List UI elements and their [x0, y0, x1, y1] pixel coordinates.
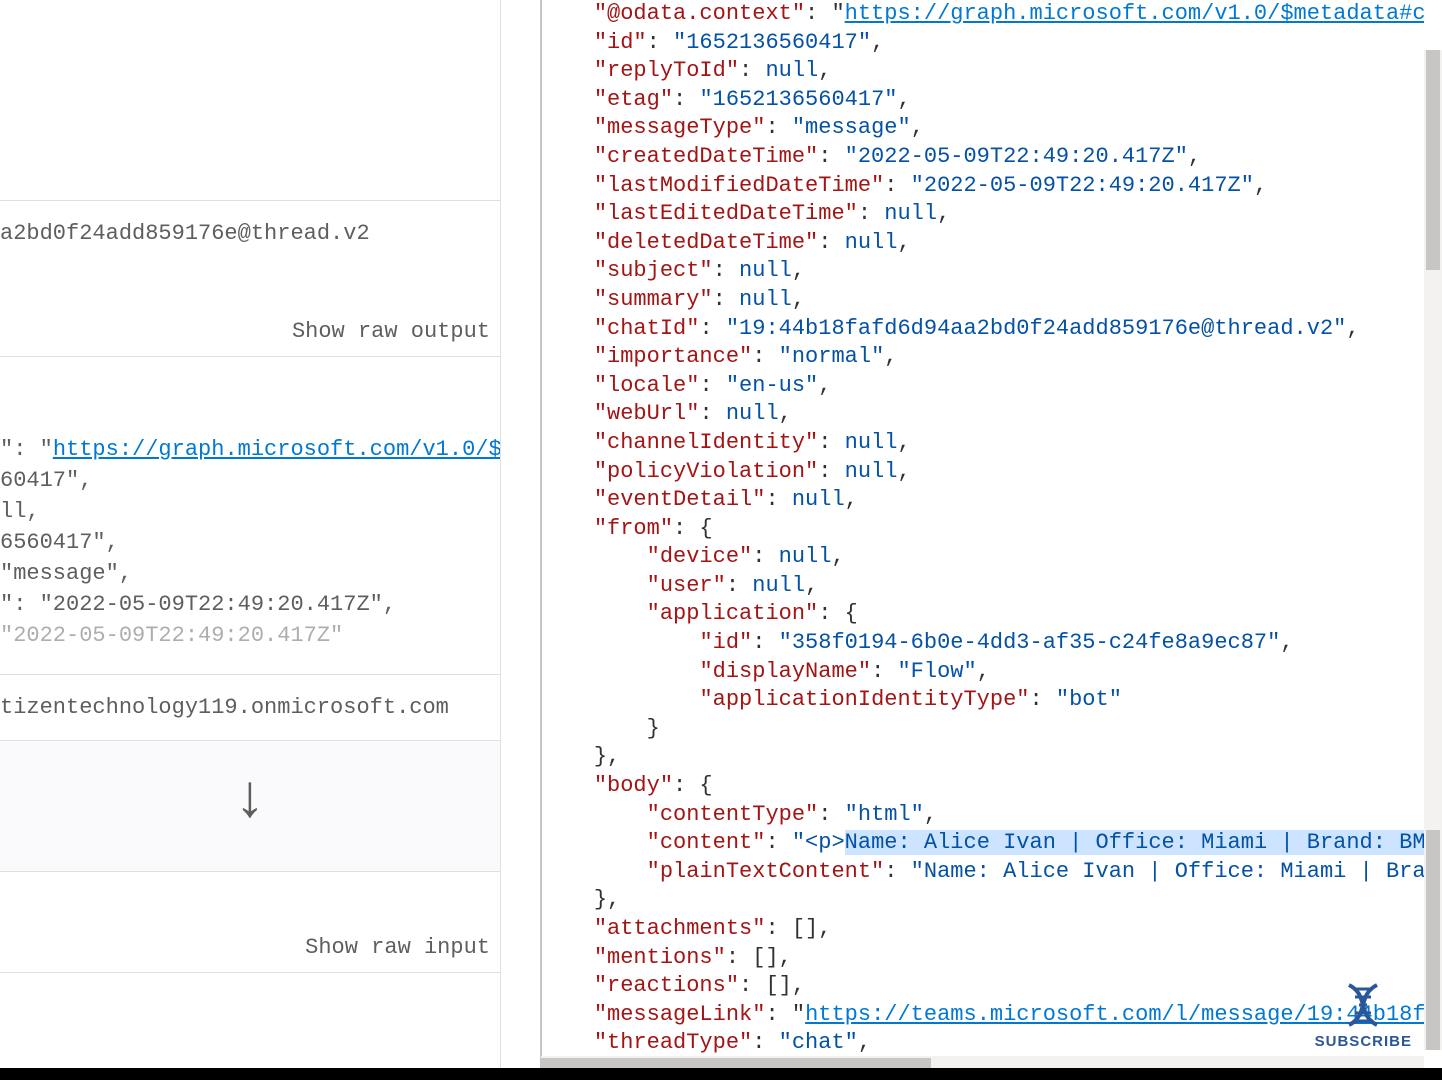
messagetype-fragment: "message", [0, 561, 500, 586]
onmicrosoft-domain: tizentechnology119.onmicrosoft.com [0, 695, 500, 720]
selected-text[interactable]: Name: Alice Ivan | Office: Miami | Brand… [845, 830, 1424, 855]
odata-url-fragment[interactable]: https://graph.microsoft.com/v1.0/$metada… [53, 437, 501, 462]
flow-run-left-panel: a2bd0f24add859176e@thread.v2 Show raw ou… [0, 0, 501, 1080]
arrow-down-icon: ↓ [0, 771, 500, 831]
json-scrollbar-vertical[interactable] [1424, 50, 1442, 1050]
odata-context-url[interactable]: https://graph.microsoft.com/v1.0/$metada… [845, 1, 1424, 26]
taskbar [0, 1068, 1442, 1080]
etag-fragment: 6560417", [0, 530, 500, 555]
json-scrollbar-thumb-v[interactable] [1426, 50, 1440, 270]
json-output-panel: "@odata.context": "https://graph.microso… [501, 0, 1442, 1080]
json-viewer[interactable]: "@odata.context": "https://graph.microso… [541, 0, 1424, 1055]
flow-arrow-down: ↓ [0, 741, 500, 872]
thread-id-fragment: a2bd0f24add859176e@thread.v2 [0, 221, 500, 246]
show-raw-inputs-link[interactable]: Show raw input [305, 935, 490, 960]
show-raw-outputs-link[interactable]: Show raw output [292, 319, 490, 344]
created-fragment: ": "2022-05-09T22:49:20.417Z", [0, 592, 500, 617]
id-fragment: 60417", [0, 468, 500, 493]
replytoid-fragment: ll, [0, 499, 500, 524]
dna-icon [1339, 981, 1387, 1029]
lastmod-fragment: "2022-05-09T22:49:20.417Z" [0, 623, 500, 648]
subscribe-label: SUBSCRIBE [1315, 1033, 1412, 1050]
subscribe-overlay[interactable]: SUBSCRIBE [1315, 981, 1412, 1050]
json-scrollbar-thumb-v-bottom[interactable] [1426, 830, 1440, 1050]
